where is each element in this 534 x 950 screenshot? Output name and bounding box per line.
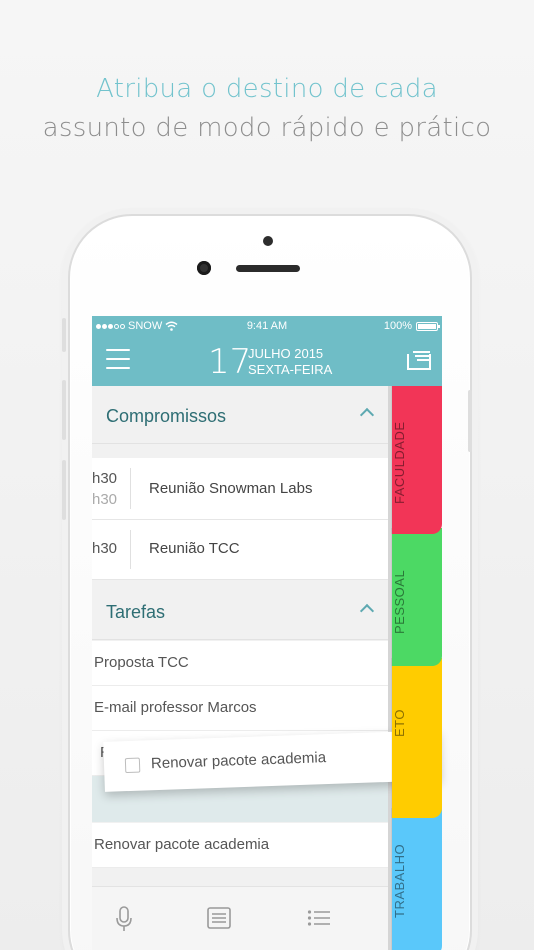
battery-icon — [416, 321, 440, 331]
appointment-title: Reunião TCC — [149, 540, 240, 557]
app-header: 17 JULHO 2015 SEXTA-FEIRA — [92, 336, 442, 386]
time-divider — [130, 530, 131, 569]
tab-label: FACULDADE — [392, 421, 407, 505]
time-divider — [130, 468, 131, 509]
note-icon[interactable] — [207, 907, 231, 929]
tab-label: ETO — [392, 709, 407, 737]
appointment-end-time: h30 — [92, 491, 118, 508]
tab-trabalho[interactable]: TRABALHO — [392, 808, 442, 950]
menu-icon[interactable] — [106, 349, 130, 369]
headline-line-2: assunto de modo rápido e prático — [42, 113, 492, 143]
date-month-year: JULHO 2015 — [248, 346, 324, 361]
appointment-row[interactable]: h30 Reunião TCC — [92, 520, 388, 580]
chevron-up-icon[interactable] — [359, 407, 375, 423]
appointments-section-header[interactable]: Compromissos — [92, 386, 388, 444]
tab-pessoal[interactable]: PESSOAL — [392, 528, 442, 666]
tab-label: PESSOAL — [392, 569, 407, 635]
tasks-section-header[interactable]: Tarefas — [92, 582, 388, 640]
task-row[interactable]: Proposta TCC — [92, 641, 388, 686]
status-bar: SNOW 9:41 AM 100% — [92, 316, 442, 336]
status-right: 100% — [383, 320, 440, 332]
appointment-row[interactable]: h30 h30 Reunião Snowman Labs — [92, 458, 388, 520]
front-camera — [197, 261, 211, 275]
appointment-start-time: h30 — [92, 540, 118, 557]
date-day: 17 — [208, 342, 252, 382]
microphone-icon[interactable] — [114, 905, 134, 933]
phone-volume-up — [62, 380, 66, 440]
agenda-list: Compromissos h30 h30 Reunião Snowman Lab… — [92, 386, 388, 950]
inbox-icon[interactable] — [406, 349, 432, 371]
date-weekday: SEXTA-FEIRA — [248, 362, 333, 377]
list-icon[interactable] — [307, 909, 331, 927]
destination-tabs: FACULDADE PESSOAL ETO TRABALHO — [392, 386, 442, 950]
bottom-toolbar — [92, 886, 388, 950]
phone-mute-switch — [62, 318, 66, 352]
app-screen: SNOW 9:41 AM 100% 17 JULHO 2015 SEXTA-FE… — [92, 316, 442, 950]
appointment-start-time: h30 — [92, 470, 118, 487]
task-title: E-mail professor Marcos — [94, 699, 257, 716]
chevron-up-icon[interactable] — [359, 603, 375, 619]
appointment-title: Reunião Snowman Labs — [149, 480, 313, 497]
earpiece-speaker — [236, 265, 300, 272]
proximity-sensor — [263, 236, 273, 246]
task-title: Renovar pacote academia — [94, 836, 270, 853]
tab-label: TRABALHO — [392, 843, 407, 919]
dragged-task-title: Renovar pacote academia — [150, 749, 327, 773]
phone-volume-down — [62, 460, 66, 520]
task-title: Proposta TCC — [94, 654, 189, 671]
tab-projeto[interactable]: ETO — [392, 658, 442, 818]
tab-faculdade[interactable]: FACULDADE — [392, 386, 442, 534]
phone-power-button — [468, 390, 472, 452]
appointments-title: Compromissos — [106, 406, 227, 426]
task-row[interactable]: Renovar pacote academia — [92, 823, 388, 868]
headline-line-1: Atribua o destino de cada — [96, 74, 438, 104]
tasks-title: Tarefas — [106, 602, 166, 622]
battery-percent: 100% — [383, 320, 412, 332]
task-checkbox[interactable] — [124, 757, 141, 774]
task-row[interactable]: E-mail professor Marcos — [92, 686, 388, 731]
